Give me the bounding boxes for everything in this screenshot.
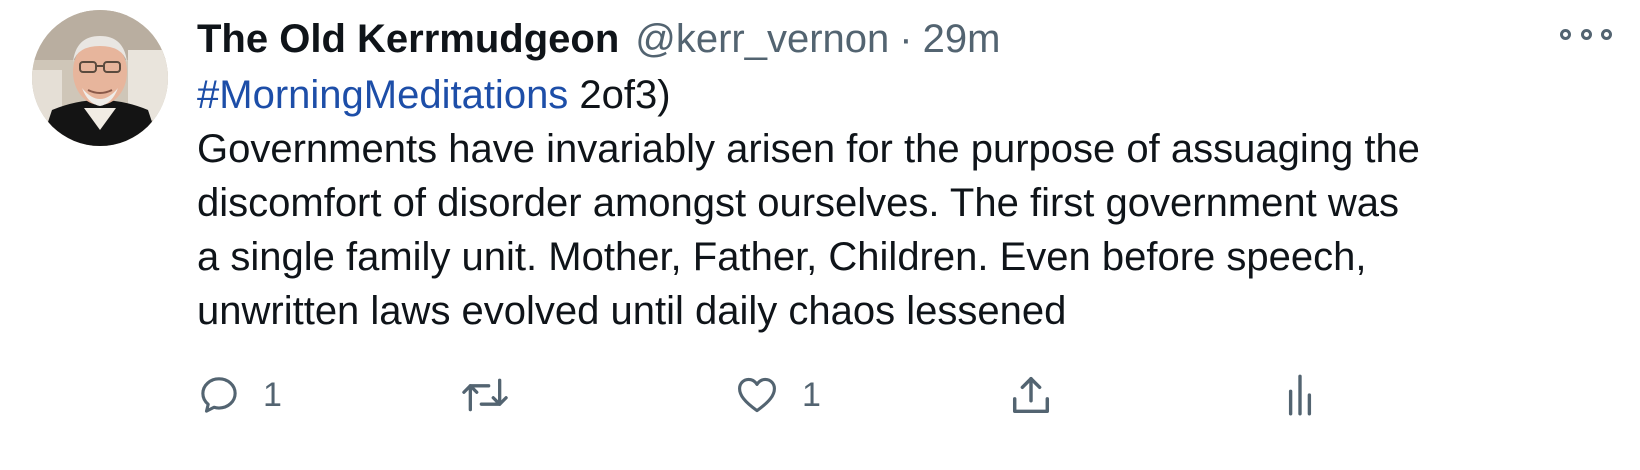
author-display-name[interactable]: The Old Kerrmudgeon <box>197 17 619 62</box>
like-count: 1 <box>802 375 821 414</box>
tweet-text-line-3: discomfort of disorder amongst ourselves… <box>197 181 1399 225</box>
heart-icon <box>738 377 776 413</box>
thread-marker: 2of3) <box>568 73 671 117</box>
author-handle[interactable]: @kerr_vernon <box>635 17 889 62</box>
analytics-icon <box>1288 374 1312 416</box>
like-button[interactable]: 1 <box>734 370 821 420</box>
tweet[interactable]: The Old Kerrmudgeon @kerr_vernon · 29m #… <box>0 0 1640 470</box>
separator-dot: · <box>899 16 913 61</box>
retweet-button[interactable] <box>459 370 533 420</box>
tweet-header: The Old Kerrmudgeon @kerr_vernon · 29m <box>197 14 1000 64</box>
tweet-text-line-1: #MorningMeditations 2of3) <box>197 68 1617 122</box>
share-button[interactable] <box>1007 370 1055 420</box>
reply-count: 1 <box>263 375 282 414</box>
avatar-image <box>32 10 168 146</box>
reply-icon <box>201 377 237 413</box>
more-horizontal-icon[interactable] <box>1560 22 1612 46</box>
avatar[interactable] <box>32 10 168 146</box>
timestamp[interactable]: 29m <box>923 17 1001 62</box>
tweet-text-line-5: unwritten laws evolved until daily chaos… <box>197 289 1067 333</box>
analytics-button[interactable] <box>1285 370 1315 420</box>
tweet-text-line-4: a single family unit. Mother, Father, Ch… <box>197 235 1367 279</box>
share-icon <box>1012 376 1050 414</box>
tweet-actions: 1 1 <box>197 370 1397 420</box>
hashtag-link[interactable]: #MorningMeditations <box>197 73 568 117</box>
reply-button[interactable]: 1 <box>197 370 282 420</box>
retweet-icon <box>462 378 508 412</box>
tweet-text-line-2: Governments have invariably arisen for t… <box>197 127 1420 171</box>
tweet-text: #MorningMeditations 2of3) Governments ha… <box>197 68 1617 338</box>
